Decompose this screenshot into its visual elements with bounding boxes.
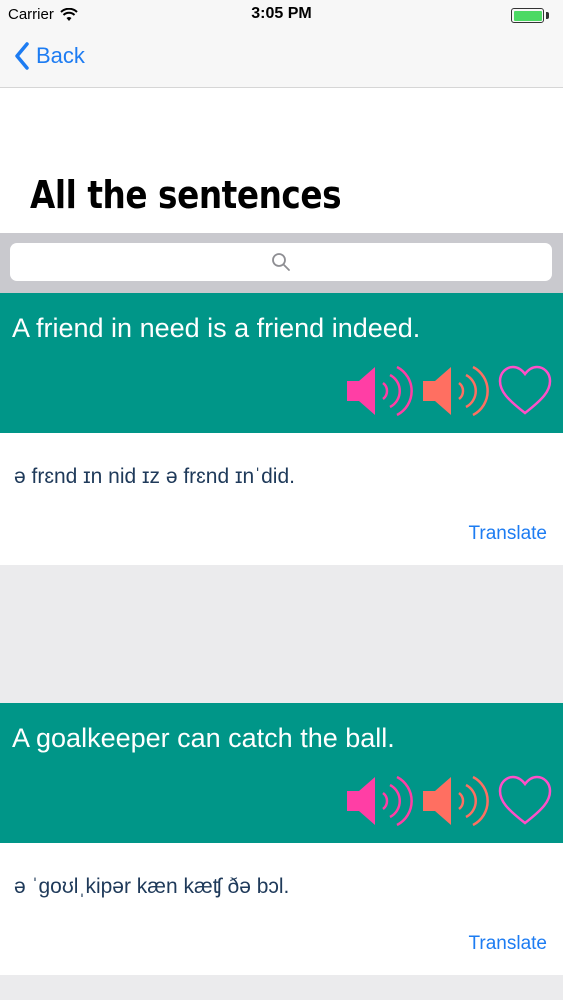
sentence-card: A friend in need is a friend indeed. (0, 293, 563, 433)
page-header: All the sentences (0, 88, 563, 233)
speaker-icon[interactable] (345, 361, 415, 421)
phonetic-card: ə ˈgoʊlˌkipər kæn kæʧ ðə bɔl. Translate (0, 843, 563, 975)
slow-speaker-icon[interactable] (421, 771, 491, 831)
search-bar (0, 233, 563, 293)
slow-speaker-icon[interactable] (421, 361, 491, 421)
speaker-icon[interactable] (345, 771, 415, 831)
battery-icon (511, 8, 549, 23)
sentence-actions (345, 771, 553, 831)
sentence-actions (345, 361, 553, 421)
translate-button[interactable]: Translate (469, 933, 548, 955)
sentence-card: A goalkeeper can catch the ball. (0, 703, 563, 843)
chevron-left-icon (15, 42, 29, 70)
sentence-text: A friend in need is a friend indeed. (12, 313, 421, 343)
translate-button[interactable]: Translate (469, 523, 548, 545)
search-field[interactable] (10, 243, 552, 281)
search-input[interactable] (10, 243, 552, 281)
sentence-text: A goalkeeper can catch the ball. (12, 723, 395, 753)
phonetic-card: ə frɛnd ɪn nid ɪz ə frɛnd ɪnˈdid. Transl… (0, 433, 563, 565)
back-label: Back (36, 43, 85, 68)
status-time: 3:05 PM (251, 5, 312, 22)
back-button[interactable]: Back (14, 42, 85, 70)
heart-icon[interactable] (497, 773, 553, 829)
heart-icon[interactable] (497, 363, 553, 419)
navigation-bar: Back (0, 30, 563, 88)
phonetic-text: ə ˈgoʊlˌkipər kæn kæʧ ðə bɔl. (14, 875, 290, 898)
status-bar: Carrier 3:05 PM (0, 0, 563, 30)
page-title: All the sentences (30, 173, 342, 217)
phonetic-text: ə frɛnd ɪn nid ɪz ə frɛnd ɪnˈdid. (14, 465, 295, 488)
